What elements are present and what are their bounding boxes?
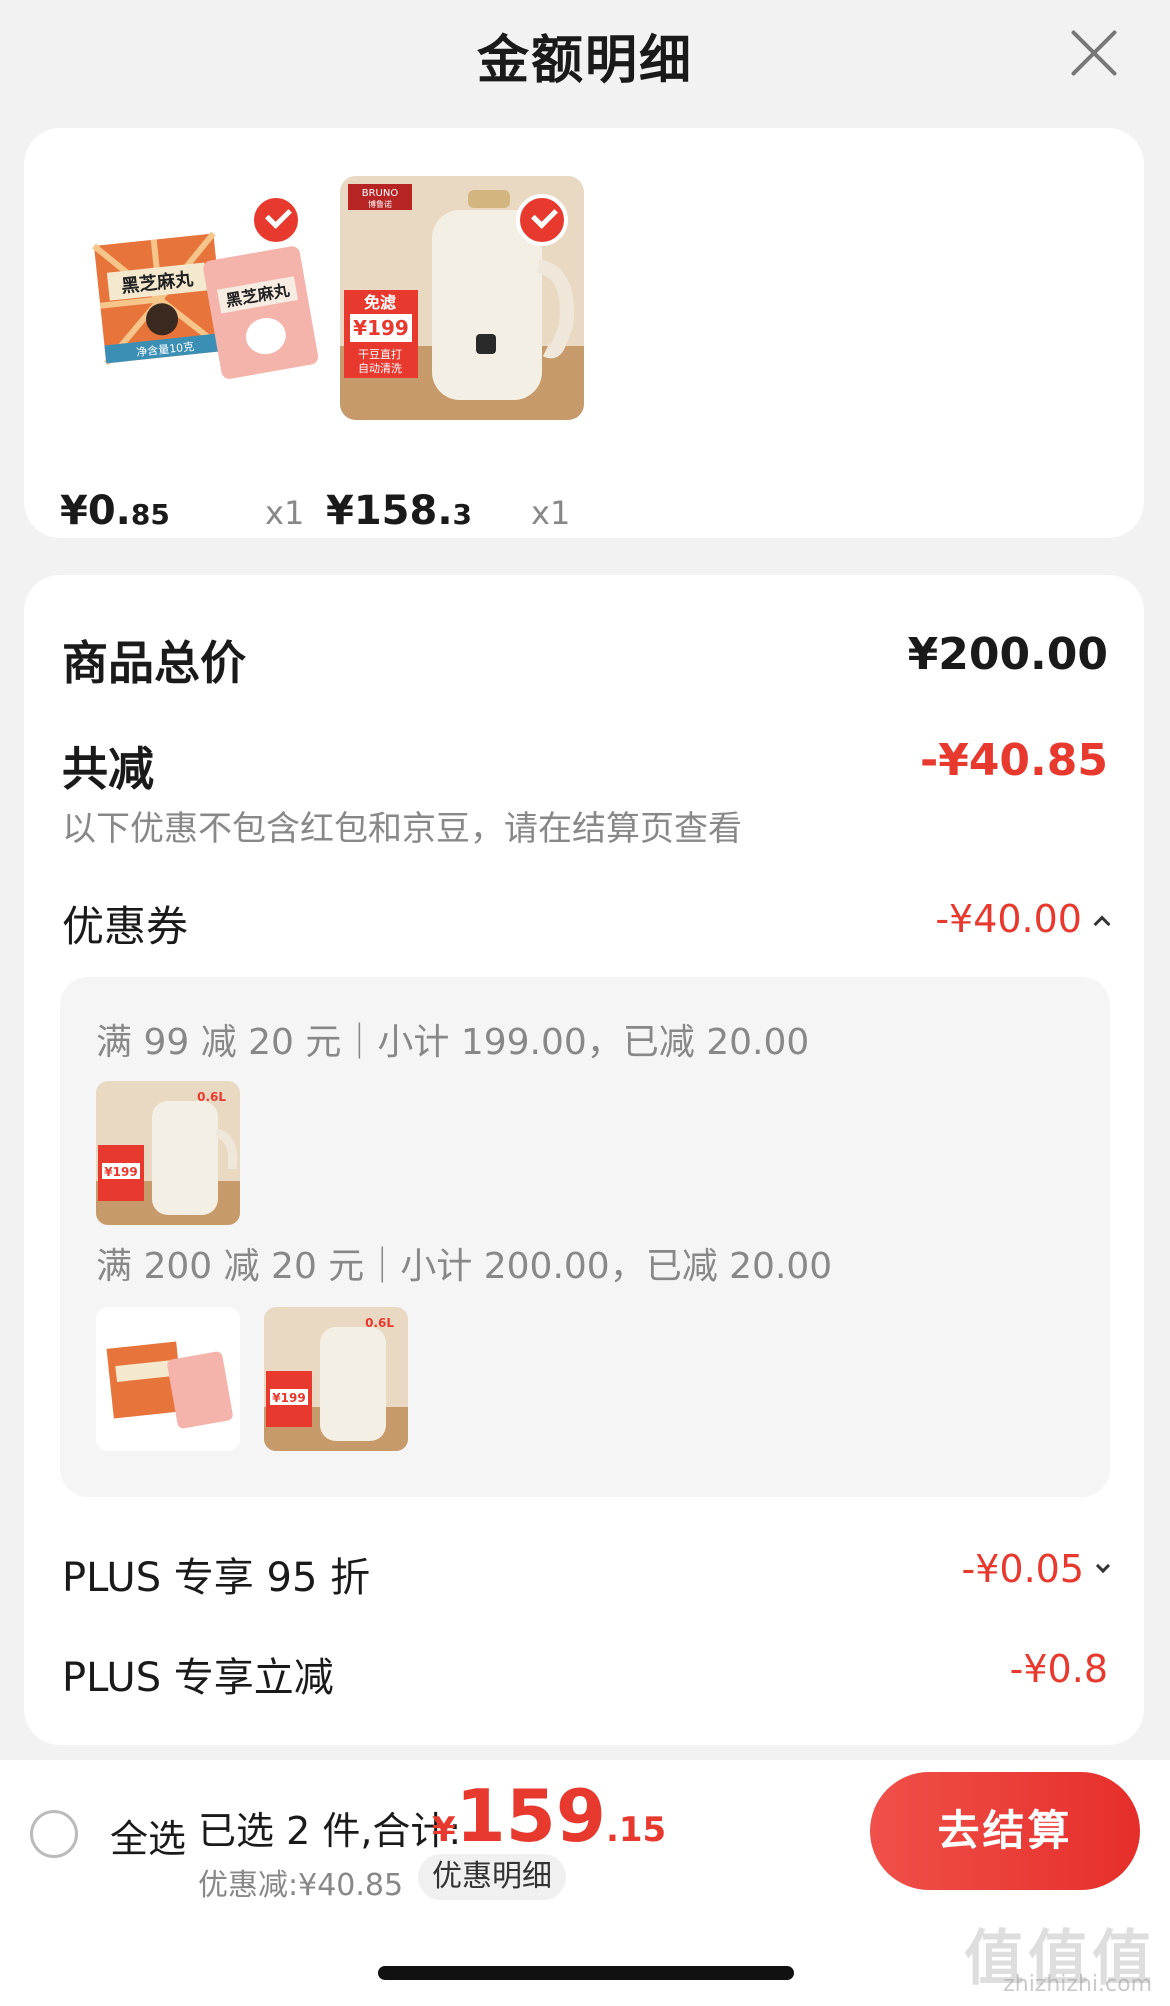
price-details-card: 商品总价 ¥200.00 共减 -¥40.85 以下优惠不包含红包和京豆，请在结… bbox=[24, 575, 1144, 1745]
product-item-soymilk-maker[interactable]: BRUNO 博鲁诺 免滤 ¥199 干豆直打 自动清洗 ¥158.3 x1 bbox=[326, 176, 584, 534]
coupon-value: -¥40.00 bbox=[935, 897, 1082, 941]
plus-discount-value: -¥0.05 bbox=[961, 1547, 1085, 1591]
coupon-product-thumb: ¥199 0.6L bbox=[264, 1307, 408, 1451]
svg-text:¥199: ¥199 bbox=[104, 1165, 137, 1179]
coupon-rule: 满 200 减 20 元｜小计 200.00，已减 20.00 bbox=[96, 1246, 833, 1287]
product-item-snack[interactable]: 黑芝麻丸 净含量10克 黑芝麻丸 ¥0.85 x1 bbox=[60, 176, 318, 534]
selected-check-icon[interactable] bbox=[250, 194, 302, 246]
coupon-detail-box: 满 99 减 20 元｜小计 199.00，已减 20.00 ¥199 0.6L… bbox=[60, 977, 1110, 1497]
discount-note: 以下优惠不包含红包和京豆，请在结算页查看 bbox=[62, 809, 742, 849]
svg-text:博鲁诺: 博鲁诺 bbox=[368, 199, 392, 209]
product-price: ¥0.85 bbox=[60, 488, 170, 534]
watermark-url: zhizhizhi.com bbox=[1003, 1972, 1152, 1997]
svg-text:干豆直打: 干豆直打 bbox=[358, 347, 402, 361]
coupon-rule: 满 99 减 20 元｜小计 199.00，已减 20.00 bbox=[96, 1022, 810, 1063]
checkout-button[interactable]: 去结算 bbox=[870, 1772, 1140, 1890]
soymilk-maker-icon: ¥199 0.6L bbox=[264, 1307, 408, 1451]
svg-text:免滤: 免滤 bbox=[364, 293, 396, 312]
selected-count: 已选 2 件,合计: bbox=[198, 1809, 462, 1853]
total-price-value: ¥200.00 bbox=[907, 629, 1108, 680]
discount-detail-button[interactable]: 优惠明细 bbox=[418, 1854, 566, 1900]
total-reduce-value: -¥40.85 bbox=[919, 735, 1108, 786]
chevron-down-icon bbox=[1095, 1558, 1111, 1573]
total-reduce-label: 共减 bbox=[62, 742, 154, 796]
products-card: 黑芝麻丸 净含量10克 黑芝麻丸 ¥0.85 x1 BRUNO 博鲁诺 免滤 ¥… bbox=[24, 128, 1144, 538]
product-qty: x1 bbox=[265, 494, 305, 532]
chevron-up-icon bbox=[1093, 915, 1111, 932]
svg-text:¥199: ¥199 bbox=[272, 1391, 305, 1405]
selected-check-icon[interactable] bbox=[516, 194, 568, 246]
coupon-product-thumb bbox=[96, 1307, 240, 1451]
select-all-radio[interactable] bbox=[30, 1810, 78, 1858]
svg-text:0.6L: 0.6L bbox=[197, 1090, 226, 1104]
svg-text:BRUNO: BRUNO bbox=[362, 188, 399, 199]
coupon-product-thumb: ¥199 0.6L bbox=[96, 1081, 240, 1225]
svg-text:0.6L: 0.6L bbox=[365, 1316, 394, 1330]
header: 金额明细 bbox=[0, 0, 1170, 110]
svg-text:自动清洗: 自动清洗 bbox=[358, 362, 402, 375]
page-title: 金额明细 bbox=[476, 31, 693, 91]
svg-text:¥199: ¥199 bbox=[353, 316, 409, 340]
plus-discount-toggle[interactable]: -¥0.05 bbox=[961, 1547, 1111, 1591]
discount-summary: 优惠减:¥40.85 bbox=[198, 1868, 404, 1903]
sesame-snack-icon bbox=[96, 1307, 240, 1451]
total-price-label: 商品总价 bbox=[62, 636, 246, 690]
product-qty: x1 bbox=[531, 494, 571, 532]
select-all-label[interactable]: 全选 bbox=[110, 1808, 186, 1863]
coupon-label: 优惠券 bbox=[62, 902, 189, 951]
plus-reduce-label: PLUS 专享立减 bbox=[62, 1655, 334, 1701]
close-icon[interactable] bbox=[1068, 28, 1118, 78]
total-amount: ¥159.15 bbox=[432, 1774, 667, 1858]
soymilk-maker-icon: ¥199 0.6L bbox=[96, 1081, 240, 1225]
home-indicator bbox=[378, 1966, 794, 1980]
coupon-toggle[interactable]: -¥40.00 bbox=[935, 897, 1111, 941]
plus-discount-label: PLUS 专享 95 折 bbox=[62, 1555, 371, 1601]
product-price: ¥158.3 bbox=[326, 488, 473, 534]
plus-reduce-value: -¥0.8 bbox=[1009, 1647, 1108, 1691]
